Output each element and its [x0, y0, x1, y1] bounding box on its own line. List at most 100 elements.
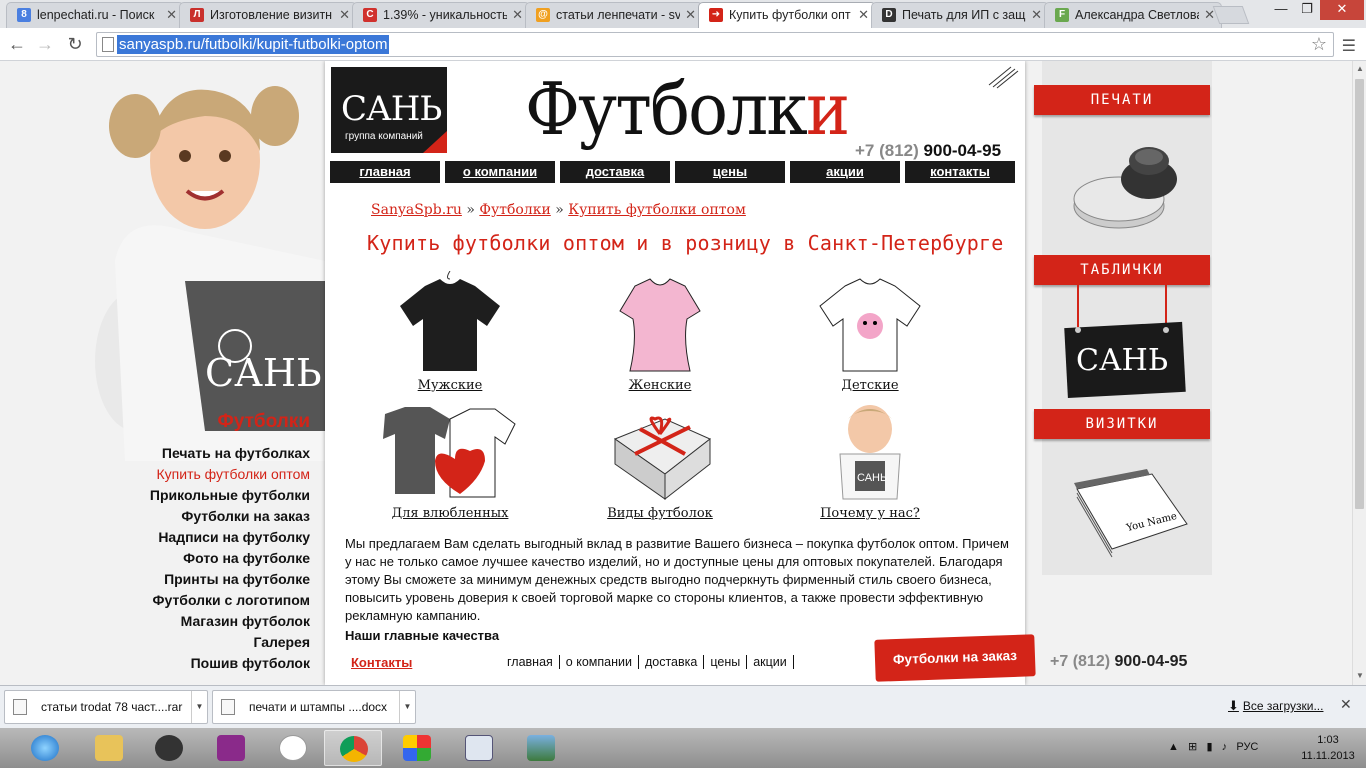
scroll-up-icon[interactable]: ▲ — [1356, 64, 1364, 73]
ribbon-cards[interactable]: ВИЗИТКИ — [1034, 409, 1210, 439]
browser-tab[interactable]: ➜ Купить футболки опт ✕ — [698, 2, 876, 29]
photos-icon[interactable] — [512, 730, 570, 766]
language-indicator[interactable]: РУС — [1236, 741, 1258, 753]
category-men-link[interactable]: Мужские — [418, 378, 483, 393]
sidebar-nav-item[interactable]: Принты на футболке — [150, 569, 310, 590]
sidebar-nav-item[interactable]: Надписи на футболку — [150, 527, 310, 548]
tab-close-icon[interactable]: ✕ — [512, 7, 523, 23]
all-downloads-label: Все загрузки... — [1242, 699, 1324, 713]
sidebar-nav-item[interactable]: Пошив футболок — [150, 653, 310, 674]
minimize-button[interactable]: — — [1268, 0, 1294, 20]
top-nav-item[interactable]: о компании — [445, 161, 555, 183]
back-icon[interactable]: ← — [5, 33, 29, 55]
category-lovers-link[interactable]: Для влюбленных — [392, 506, 509, 521]
tab-close-icon[interactable]: ✕ — [339, 7, 350, 23]
top-nav-item[interactable]: акции — [790, 161, 900, 183]
forward-icon[interactable]: → — [33, 33, 57, 55]
order-tshirts-button[interactable]: Футболки на заказ — [874, 634, 1036, 682]
browser-tab[interactable]: D Печать для ИП с защ ✕ — [871, 2, 1049, 28]
browser-tab[interactable]: @ статьи ленпечати - sv ✕ — [525, 2, 703, 28]
browser-tab[interactable]: Л Изготовление визитн ✕ — [179, 2, 357, 28]
tab-favicon-icon: 8 — [17, 8, 31, 22]
category-why-us[interactable]: САНЬ Почему у нас? — [795, 399, 945, 522]
girl-photo: САНЬ — [95, 86, 325, 461]
tab-close-icon[interactable]: ✕ — [685, 7, 696, 23]
right-panel: ПЕЧАТИ ТАБЛИЧКИ САНЬ ВИЗИТКИ You Name — [1034, 61, 1212, 575]
chevron-down-icon[interactable]: ▼ — [191, 691, 207, 723]
site-logo[interactable]: САНЬ группа компаний — [331, 67, 447, 153]
tab-title: 1.39% - уникальность — [383, 8, 507, 22]
top-nav-item[interactable]: контакты — [905, 161, 1015, 183]
close-downloads-icon[interactable]: ✕ — [1340, 696, 1352, 713]
chrome-icon[interactable] — [324, 730, 382, 766]
top-nav-item[interactable]: главная — [330, 161, 440, 183]
footer-nav-item[interactable]: доставка — [638, 655, 705, 669]
maximize-button[interactable]: ❐ — [1294, 0, 1320, 20]
sidebar-nav-item[interactable]: Галерея — [150, 632, 310, 653]
page-scrollbar[interactable]: ▲ ▼ — [1352, 61, 1366, 685]
browser-tab[interactable]: 8 lenpechati.ru - Поиск ✕ — [6, 2, 184, 28]
footer-nav-item[interactable]: цены — [704, 655, 748, 669]
remote-icon[interactable] — [202, 730, 260, 766]
sidebar-nav-item[interactable]: Магазин футболок — [150, 611, 310, 632]
tab-close-icon[interactable]: ✕ — [858, 7, 869, 23]
ie-icon[interactable] — [16, 730, 74, 766]
category-types[interactable]: Виды футболок — [585, 399, 735, 522]
sidebar-nav-item[interactable]: Прикольные футболки — [150, 485, 310, 506]
chevron-down-icon[interactable]: ▼ — [399, 691, 415, 723]
category-kids-link[interactable]: Детские — [841, 378, 898, 393]
browser-tab[interactable]: C 1.39% - уникальность ✕ — [352, 2, 530, 28]
breadcrumb-home[interactable]: SanyaSpb.ru — [371, 202, 462, 218]
top-nav-item[interactable]: доставка — [560, 161, 670, 183]
header-title: Футболки — [525, 67, 850, 151]
address-bar[interactable]: sanyaspb.ru/futbolki/kupit-futbolki-opto… — [96, 32, 1334, 57]
clock[interactable]: 1:03 11.11.2013 — [1298, 732, 1358, 764]
close-window-button[interactable]: ✕ — [1320, 0, 1364, 20]
footer-nav-item[interactable]: о компании — [559, 655, 639, 669]
ribbon-stamps[interactable]: ПЕЧАТИ — [1034, 85, 1210, 115]
footer-nav-item[interactable]: акции — [747, 655, 794, 669]
kids-tshirt-icon — [819, 278, 921, 372]
explorer-icon[interactable] — [80, 730, 138, 766]
all-downloads-link[interactable]: ⬇ Все загрузки... — [1228, 698, 1323, 714]
sidebar-nav-item[interactable]: Купить футболки оптом — [150, 464, 310, 485]
category-types-link[interactable]: Виды футболок — [607, 506, 713, 521]
breadcrumb-futbolki[interactable]: Футболки — [479, 202, 550, 218]
reload-icon[interactable]: ↻ — [63, 33, 87, 55]
breadcrumb-current[interactable]: Купить футболки оптом — [568, 202, 746, 218]
scroll-down-icon[interactable]: ▼ — [1356, 671, 1364, 680]
system-tray[interactable]: ▲ ⊞ ▮ ♪ РУС — [1168, 740, 1258, 753]
tab-close-icon[interactable]: ✕ — [166, 7, 177, 23]
category-men[interactable]: Мужские — [375, 270, 525, 394]
ribbon-plaques[interactable]: ТАБЛИЧКИ — [1034, 255, 1210, 285]
category-kids[interactable]: Детские — [795, 271, 945, 394]
top-nav-item[interactable]: цены — [675, 161, 785, 183]
sidebar-nav-item[interactable]: Фото на футболке — [150, 548, 310, 569]
browser-tab[interactable]: F Александра Светлова ✕ — [1044, 2, 1222, 28]
bookmark-star-icon[interactable]: ☆ — [1311, 34, 1327, 55]
top-nav: главная о компании доставка цены акции контак… — [330, 161, 1016, 183]
category-women[interactable]: Женские — [585, 271, 735, 394]
category-lovers[interactable]: Для влюбленных — [375, 399, 525, 522]
tab-close-icon[interactable]: ✕ — [1031, 7, 1042, 23]
stamp-image[interactable] — [1064, 141, 1194, 241]
puzzle-app-icon[interactable] — [388, 730, 446, 766]
scrollbar-thumb[interactable] — [1355, 79, 1364, 509]
intro-paragraph: Мы предлагаем Вам сделать выгодный вклад… — [345, 536, 1009, 623]
sidebar-nav-item[interactable]: Печать на футболках — [150, 443, 310, 464]
new-tab-button[interactable] — [1212, 6, 1250, 24]
word-docs-icon[interactable] — [450, 730, 508, 766]
url-text[interactable]: sanyaspb.ru/futbolki/kupit-futbolki-opto… — [117, 35, 390, 54]
media-player-icon[interactable] — [140, 730, 198, 766]
contacts-link[interactable]: Контакты — [351, 655, 412, 670]
download-item-rar[interactable]: статьи trodat 78 част....rar ▼ — [4, 690, 208, 724]
hp-icon[interactable] — [264, 730, 322, 766]
sidebar-nav-item[interactable]: Футболки на заказ — [150, 506, 310, 527]
footer-nav-item[interactable]: главная — [507, 655, 560, 669]
plaque-image[interactable] — [1064, 283, 1194, 401]
category-why-us-link[interactable]: Почему у нас? — [820, 506, 920, 521]
sidebar-nav-item[interactable]: Футболки с логотипом — [150, 590, 310, 611]
category-women-link[interactable]: Женские — [629, 378, 692, 393]
download-item-docx[interactable]: печати и штампы ....docx ▼ — [212, 690, 416, 724]
menu-icon[interactable]: ☰ — [1342, 36, 1356, 56]
